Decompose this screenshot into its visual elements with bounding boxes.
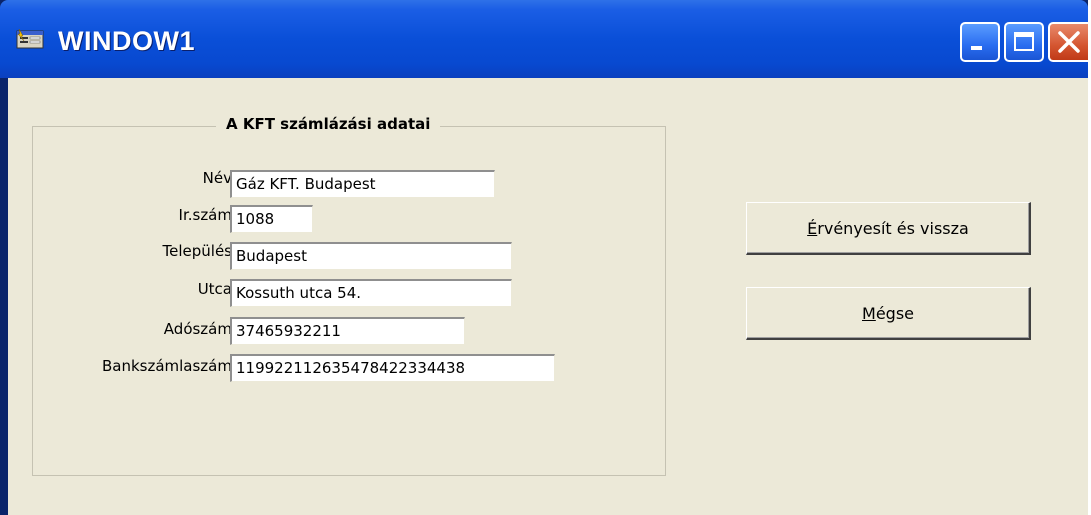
label-city: Település <box>162 242 232 260</box>
label-street: Utca <box>197 280 232 298</box>
billing-groupbox: A KFT számlázási adatai Név Gáz KFT. Bud… <box>32 115 666 476</box>
label-bank-account: Bankszámlaszám <box>101 357 232 375</box>
minimize-icon <box>971 46 982 50</box>
close-icon <box>1058 31 1080 53</box>
close-button[interactable] <box>1048 22 1088 62</box>
maximize-icon <box>1014 32 1034 51</box>
window: WINDOW1 A KFT számlázási adatai Név Gáz … <box>0 0 1088 515</box>
name-field[interactable]: Gáz KFT. Budapest <box>230 170 495 198</box>
city-field[interactable]: Budapest <box>230 242 512 270</box>
validate-button-label: Érvényesít és vissza <box>807 218 969 238</box>
bank-account-field[interactable]: 119922112635478422334438 <box>230 354 555 382</box>
minimize-button[interactable] <box>960 22 1000 62</box>
window-client-area: A KFT számlázási adatai Név Gáz KFT. Bud… <box>8 78 1088 515</box>
app-form-icon[interactable] <box>16 28 44 50</box>
zip-field[interactable]: 1088 <box>230 205 313 233</box>
cancel-button[interactable]: Mégse <box>746 287 1031 340</box>
label-tax-number: Adószám <box>163 320 232 338</box>
maximize-button[interactable] <box>1004 22 1044 62</box>
validate-and-return-button[interactable]: Érvényesít és vissza <box>746 202 1031 255</box>
label-zip: Ir.szám <box>178 206 232 224</box>
tax-number-field[interactable]: 37465932211 <box>230 317 465 345</box>
window-title: WINDOW1 <box>58 26 195 56</box>
cancel-button-label: Mégse <box>862 303 914 323</box>
group-title: A KFT számlázási adatai <box>216 115 441 133</box>
label-name: Név <box>202 169 232 187</box>
street-field[interactable]: Kossuth utca 54. <box>230 279 512 307</box>
title-bar[interactable]: WINDOW1 <box>0 0 1088 78</box>
